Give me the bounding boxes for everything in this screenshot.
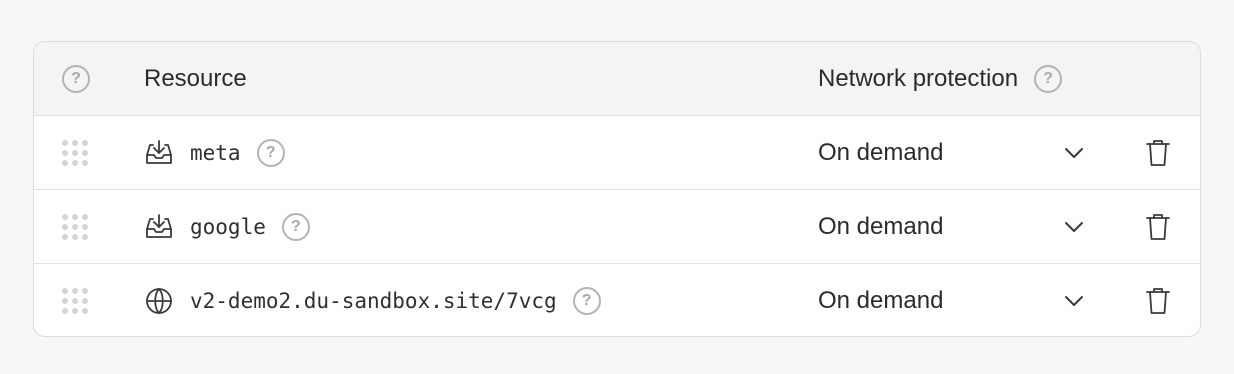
chevron-down-icon[interactable] [1058, 264, 1090, 336]
resource-cell: v2-demo2.du-sandbox.site/7vcg ? [144, 264, 601, 336]
resource-cell: meta ? [144, 116, 285, 189]
chevron-down-icon[interactable] [1058, 190, 1090, 263]
protection-cell[interactable]: On demand [818, 264, 944, 336]
inbox-download-icon [144, 138, 174, 168]
resource-column-header: Resource [144, 64, 247, 92]
help-icon[interactable]: ? [62, 64, 90, 93]
globe-icon [144, 286, 174, 316]
drag-handle-cell [62, 190, 118, 263]
header-resource-cell: Resource [144, 42, 247, 115]
table-row: v2-demo2.du-sandbox.site/7vcg ? On deman… [34, 264, 1200, 336]
table-row: meta ? On demand [34, 116, 1200, 190]
resources-table: ? Resource Network protection ? meta ? O… [33, 41, 1201, 337]
table-row: google ? On demand [34, 190, 1200, 264]
protection-value: On demand [818, 287, 944, 314]
drag-handle-cell [62, 116, 118, 189]
drag-handle-icon[interactable] [62, 213, 88, 240]
resource-name: google [190, 214, 266, 239]
drag-handle-icon[interactable] [62, 288, 88, 314]
resource-name: v2-demo2.du-sandbox.site/7vcg [190, 289, 557, 313]
protection-value: On demand [818, 212, 944, 240]
help-icon[interactable]: ? [572, 287, 601, 315]
trash-icon[interactable] [1142, 116, 1174, 189]
resource-cell: google ? [144, 190, 310, 263]
drag-handle-cell [62, 264, 118, 336]
protection-value: On demand [818, 138, 944, 166]
table-header: ? Resource Network protection ? [34, 42, 1200, 116]
inbox-download-icon [144, 212, 174, 242]
protection-cell[interactable]: On demand [818, 190, 943, 263]
help-icon[interactable]: ? [256, 138, 285, 167]
drag-handle-icon[interactable] [62, 139, 88, 166]
chevron-down-icon[interactable] [1058, 116, 1090, 189]
help-icon[interactable]: ? [281, 212, 310, 241]
protection-cell[interactable]: On demand [818, 116, 943, 189]
header-help-cell: ? [62, 42, 118, 115]
trash-icon[interactable] [1142, 190, 1174, 263]
trash-icon[interactable] [1142, 264, 1174, 336]
resource-name: meta [190, 140, 241, 165]
network-protection-column-header: Network protection [818, 64, 1019, 92]
help-icon[interactable]: ? [1034, 64, 1063, 93]
header-protection-cell: Network protection ? [818, 42, 1063, 115]
